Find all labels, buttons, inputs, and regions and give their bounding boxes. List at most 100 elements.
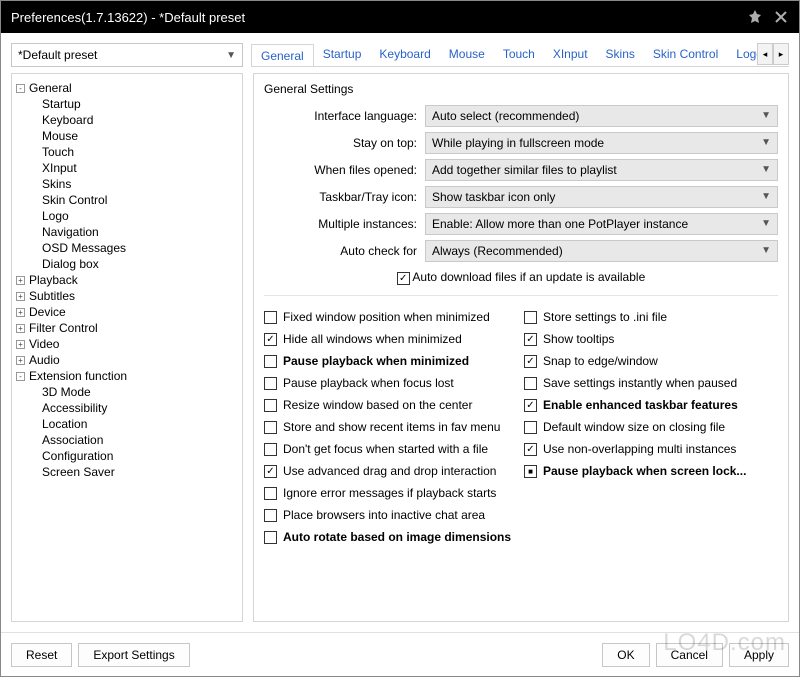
checkbox[interactable] [264, 399, 277, 412]
filesopened-select[interactable]: Add together similar files to playlist▼ [425, 159, 778, 181]
footer: Reset Export Settings OK Cancel Apply [1, 632, 799, 676]
tree-item-video[interactable]: + Video [16, 336, 238, 352]
tab-skins[interactable]: Skins [597, 43, 644, 67]
tree-item-xinput[interactable]: XInput [38, 160, 238, 176]
checkbox-label: Ignore error messages if playback starts [283, 486, 496, 500]
checkbox[interactable] [264, 333, 277, 346]
expand-icon[interactable]: + [16, 292, 25, 301]
expand-icon[interactable]: + [16, 308, 25, 317]
category-tree[interactable]: -GeneralStartupKeyboardMouseTouchXInputS… [11, 73, 243, 622]
tab-keyboard[interactable]: Keyboard [370, 43, 439, 67]
tab-scroll-left[interactable]: ◂ [757, 43, 773, 65]
tree-item-extension-function[interactable]: -Extension function [16, 368, 238, 384]
instances-select[interactable]: Enable: Allow more than one PotPlayer in… [425, 213, 778, 235]
tree-item-dialog-box[interactable]: Dialog box [38, 256, 238, 272]
preset-select[interactable]: *Default preset ▼ [11, 43, 243, 67]
tree-item-filter-control[interactable]: + Filter Control [16, 320, 238, 336]
tree-item-touch[interactable]: Touch [38, 144, 238, 160]
checkbox[interactable] [524, 421, 537, 434]
expand-icon[interactable]: + [16, 276, 25, 285]
tree-item-general[interactable]: -General [16, 80, 238, 96]
checkbox[interactable] [524, 377, 537, 390]
tree-item-osd-messages[interactable]: OSD Messages [38, 240, 238, 256]
checkbox[interactable] [264, 443, 277, 456]
opt-label: Auto check for [264, 244, 419, 258]
apply-button[interactable]: Apply [729, 643, 789, 667]
tree-item-location[interactable]: Location [38, 416, 238, 432]
checkbox-label: Pause playback when minimized [283, 354, 469, 368]
checkbox-label: Store settings to .ini file [543, 310, 667, 324]
tab-general[interactable]: General [251, 44, 314, 68]
autodownload-checkbox[interactable] [397, 272, 410, 285]
checkbox[interactable] [264, 531, 277, 544]
tab-xinput[interactable]: XInput [544, 43, 597, 67]
checkbox[interactable] [524, 443, 537, 456]
tree-item-logo[interactable]: Logo [38, 208, 238, 224]
tab-scroll-right[interactable]: ▸ [773, 43, 789, 65]
tree-item-skins[interactable]: Skins [38, 176, 238, 192]
language-select[interactable]: Auto select (recommended)▼ [425, 105, 778, 127]
checkbox[interactable] [264, 509, 277, 522]
checkbox[interactable] [264, 421, 277, 434]
tree-item-keyboard[interactable]: Keyboard [38, 112, 238, 128]
tree-item-3d-mode[interactable]: 3D Mode [38, 384, 238, 400]
checkbox[interactable] [524, 465, 537, 478]
checkbox[interactable] [264, 465, 277, 478]
close-icon[interactable] [773, 9, 789, 25]
checkbox[interactable] [264, 487, 277, 500]
opt-label: When files opened: [264, 163, 419, 177]
tab-startup[interactable]: Startup [314, 43, 371, 67]
tab-mouse[interactable]: Mouse [440, 43, 494, 67]
opt-label: Multiple instances: [264, 217, 419, 231]
pin-icon[interactable] [747, 9, 763, 25]
checkbox-label: Auto rotate based on image dimensions [283, 530, 511, 544]
checkbox-label: Default window size on closing file [543, 420, 725, 434]
tree-label: Filter Control [29, 321, 98, 335]
checkbox[interactable] [524, 333, 537, 346]
expand-icon[interactable]: + [16, 324, 25, 333]
checkbox-label: Use non-overlapping multi instances [543, 442, 736, 456]
ok-button[interactable]: OK [602, 643, 649, 667]
reset-button[interactable]: Reset [11, 643, 72, 667]
collapse-icon[interactable]: - [16, 372, 25, 381]
tab-skin-control[interactable]: Skin Control [644, 43, 727, 67]
checkbox-label: Pause playback when focus lost [283, 376, 454, 390]
tree-item-device[interactable]: + Device [16, 304, 238, 320]
tree-item-skin-control[interactable]: Skin Control [38, 192, 238, 208]
tree-item-accessibility[interactable]: Accessibility [38, 400, 238, 416]
checkbox[interactable] [524, 355, 537, 368]
checkbox[interactable] [264, 377, 277, 390]
tab-touch[interactable]: Touch [494, 43, 544, 67]
checkbox-label: Show tooltips [543, 332, 614, 346]
tree-label: Device [29, 305, 66, 319]
checkbox-label: Hide all windows when minimized [283, 332, 462, 346]
checkbox-label: Store and show recent items in fav menu [283, 420, 500, 434]
titlebar: Preferences(1.7.13622) - *Default preset [1, 1, 799, 33]
tree-label: Video [29, 337, 59, 351]
export-button[interactable]: Export Settings [78, 643, 189, 667]
tray-select[interactable]: Show taskbar icon only▼ [425, 186, 778, 208]
checkbox[interactable] [264, 311, 277, 324]
tree-item-playback[interactable]: +Playback [16, 272, 238, 288]
expand-icon[interactable]: + [16, 356, 25, 365]
checkbox[interactable] [524, 311, 537, 324]
chevron-down-icon: ▼ [761, 137, 771, 148]
checkbox[interactable] [524, 399, 537, 412]
tree-item-association[interactable]: Association [38, 432, 238, 448]
checkbox-label: Don't get focus when started with a file [283, 442, 488, 456]
tree-item-configuration[interactable]: Configuration [38, 448, 238, 464]
tree-item-audio[interactable]: +Audio [16, 352, 238, 368]
expand-icon[interactable]: + [16, 340, 25, 349]
tree-item-mouse[interactable]: Mouse [38, 128, 238, 144]
tree-item-startup[interactable]: Startup [38, 96, 238, 112]
autocheck-select[interactable]: Always (Recommended)▼ [425, 240, 778, 262]
select-value: Enable: Allow more than one PotPlayer in… [432, 217, 688, 231]
cancel-button[interactable]: Cancel [656, 643, 723, 667]
tree-item-navigation[interactable]: Navigation [38, 224, 238, 240]
stayontop-select[interactable]: While playing in fullscreen mode▼ [425, 132, 778, 154]
tree-item-screen-saver[interactable]: Screen Saver [38, 464, 238, 480]
opt-label: Taskbar/Tray icon: [264, 190, 419, 204]
tree-item-subtitles[interactable]: +Subtitles [16, 288, 238, 304]
checkbox[interactable] [264, 355, 277, 368]
collapse-icon[interactable]: - [16, 84, 25, 93]
